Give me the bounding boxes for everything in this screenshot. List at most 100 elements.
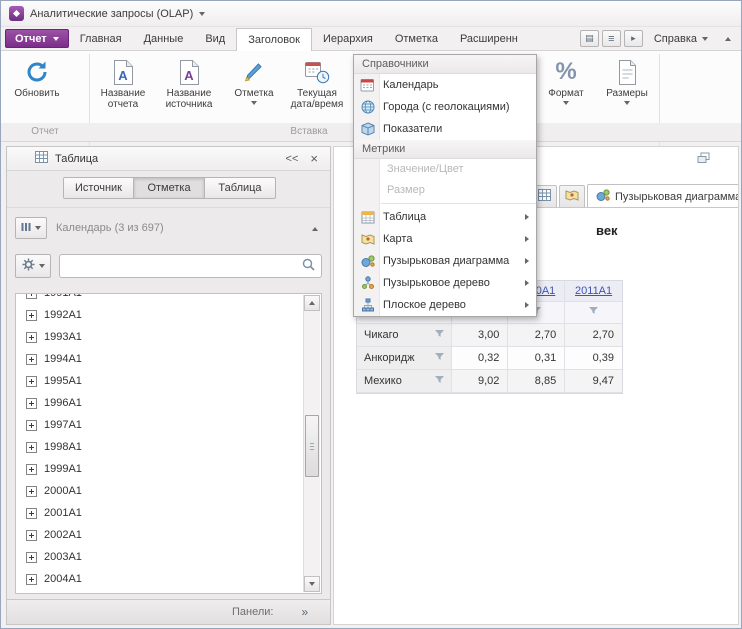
view-tab-map[interactable] — [559, 185, 585, 207]
menu-item-table[interactable]: Таблица — [354, 206, 536, 228]
filter-funnel-icon[interactable] — [588, 306, 599, 319]
flat-tree-icon — [359, 298, 376, 312]
value-cell: 0,31 — [508, 347, 565, 370]
menu-item-label: Плоское дерево — [383, 299, 466, 311]
menu-item-bubble-tree[interactable]: Пузырьковое дерево — [354, 272, 536, 294]
tree-item[interactable]: 1998A1 — [16, 436, 303, 458]
expand-plus-icon[interactable] — [26, 310, 37, 321]
tree-item[interactable]: 1992A1 — [16, 304, 303, 326]
view-tabs: Пузырьковая диаграмма Пуз — [532, 183, 738, 208]
mark-button[interactable]: Отметка — [227, 54, 281, 120]
scroll-up-button[interactable] — [304, 295, 320, 311]
filter-funnel-icon[interactable] — [434, 352, 445, 365]
menu-item-bubble-chart[interactable]: Пузырьковая диаграмма — [354, 250, 536, 272]
expand-plus-icon[interactable] — [26, 332, 37, 343]
panel-tab-tablitsa[interactable]: Таблица — [205, 177, 276, 199]
title-dropdown-icon[interactable] — [199, 12, 205, 16]
tree-item-label: 1995A1 — [44, 375, 82, 387]
expand-plus-icon[interactable] — [26, 376, 37, 387]
report-name-button[interactable]: A Название отчета — [93, 54, 153, 120]
panel-tab-istochnik[interactable]: Источник — [63, 177, 134, 199]
tab-dannye[interactable]: Данные — [133, 27, 195, 50]
current-datetime-label: Текущая дата/время — [286, 88, 348, 110]
forward-button[interactable] — [624, 30, 643, 47]
source-name-button[interactable]: A Название источника — [155, 54, 223, 120]
search-input[interactable] — [66, 259, 302, 273]
tree-item[interactable]: 1994A1 — [16, 348, 303, 370]
help-button[interactable]: Справка — [646, 33, 716, 45]
columns-combo-button[interactable] — [15, 217, 47, 239]
collapse-ribbon-button[interactable] — [719, 30, 737, 47]
scrollbar-thumb[interactable] — [305, 415, 319, 477]
tree-item[interactable]: 1995A1 — [16, 370, 303, 392]
tab-zagolovok[interactable]: Заголовок — [236, 28, 312, 51]
tab-glavnaya[interactable]: Главная — [69, 27, 133, 50]
tree-item[interactable]: 2004A1 — [16, 568, 303, 590]
settings-combo-button[interactable] — [15, 254, 51, 278]
search-icon — [302, 258, 315, 274]
view-tab-bubble-chart[interactable]: Пузырьковая диаграмма — [587, 184, 738, 208]
menu-item-map[interactable]: Карта — [354, 228, 536, 250]
sizes-button[interactable]: Размеры — [599, 54, 655, 120]
tab-rasshirenn[interactable]: Расширенн — [449, 27, 529, 50]
expand-plus-icon[interactable] — [26, 442, 37, 453]
filter-funnel-icon[interactable] — [434, 375, 445, 388]
vertical-scrollbar[interactable] — [303, 295, 320, 592]
tree-item[interactable]: 1996A1 — [16, 392, 303, 414]
svg-text:A: A — [184, 68, 194, 83]
expand-plus-icon[interactable] — [26, 398, 37, 409]
value-cell: 3,00 — [452, 324, 509, 347]
expand-plus-icon[interactable] — [26, 552, 37, 563]
menu-item-label: Календарь — [383, 79, 439, 91]
tree-item[interactable]: 2001A1 — [16, 502, 303, 524]
tree-item[interactable]: 1997A1 — [16, 414, 303, 436]
refresh-label: Обновить — [14, 88, 59, 99]
expand-plus-icon[interactable] — [26, 486, 37, 497]
marker-icon — [242, 57, 266, 87]
panel-tabs: Источник Отметка Таблица — [63, 177, 276, 199]
scroll-down-button[interactable] — [304, 576, 320, 592]
tree-item[interactable]: 2000A1 — [16, 480, 303, 502]
expand-plus-icon[interactable] — [26, 293, 37, 299]
menu-item-flat-tree[interactable]: Плоское дерево — [354, 294, 536, 316]
refresh-button[interactable]: Обновить — [5, 54, 69, 120]
expand-plus-icon[interactable] — [26, 354, 37, 365]
menu-item-cities[interactable]: Города (с геолокациями) — [354, 96, 536, 118]
expand-panels-button[interactable] — [301, 605, 308, 619]
format-button[interactable]: Формат — [537, 54, 595, 120]
report-menu-button[interactable]: Отчет — [5, 29, 69, 48]
list-view-button[interactable] — [602, 30, 621, 47]
layout-toggle-button[interactable] — [580, 30, 599, 47]
tree-item[interactable]: 1991A1 — [16, 293, 303, 304]
expand-plus-icon[interactable] — [26, 530, 37, 541]
collapse-section-button[interactable] — [312, 222, 322, 234]
tree-item[interactable]: 2003A1 — [16, 546, 303, 568]
view-tab-label: Пузырьковая диаграмма — [615, 191, 738, 203]
filter-funnel-icon[interactable] — [434, 329, 445, 342]
value-cell: 0,39 — [565, 347, 622, 370]
panel-collapse-button[interactable]: << — [286, 153, 299, 165]
tree-item[interactable]: 1999A1 — [16, 458, 303, 480]
tree-item[interactable]: 2002A1 — [16, 524, 303, 546]
panel-divider — [7, 207, 330, 208]
tree-item[interactable]: 2005A1 — [16, 590, 303, 594]
tab-vid[interactable]: Вид — [194, 27, 236, 50]
expand-plus-icon[interactable] — [26, 464, 37, 475]
current-datetime-button[interactable]: Текущая дата/время — [285, 54, 349, 120]
tab-otmetka[interactable]: Отметка — [384, 27, 449, 50]
content-title-fragment: век — [596, 223, 618, 238]
chevron-down-icon — [624, 101, 630, 105]
tab-ierarkhiya[interactable]: Иерархия — [312, 27, 384, 50]
popout-window-icon[interactable] — [697, 152, 710, 167]
tree-item[interactable]: 1993A1 — [16, 326, 303, 348]
column-link[interactable]: 2011A1 — [575, 285, 612, 297]
expand-plus-icon[interactable] — [26, 420, 37, 431]
expand-plus-icon[interactable] — [26, 508, 37, 519]
menu-item-calendar[interactable]: Календарь — [354, 74, 536, 96]
expand-plus-icon[interactable] — [26, 574, 37, 585]
field-label: Календарь (3 из 697) — [56, 222, 164, 234]
document-source-icon: A — [178, 57, 201, 87]
panel-close-button[interactable]: × — [310, 151, 318, 166]
panel-tab-otmetka[interactable]: Отметка — [134, 177, 205, 199]
menu-item-indicators[interactable]: Показатели — [354, 118, 536, 140]
